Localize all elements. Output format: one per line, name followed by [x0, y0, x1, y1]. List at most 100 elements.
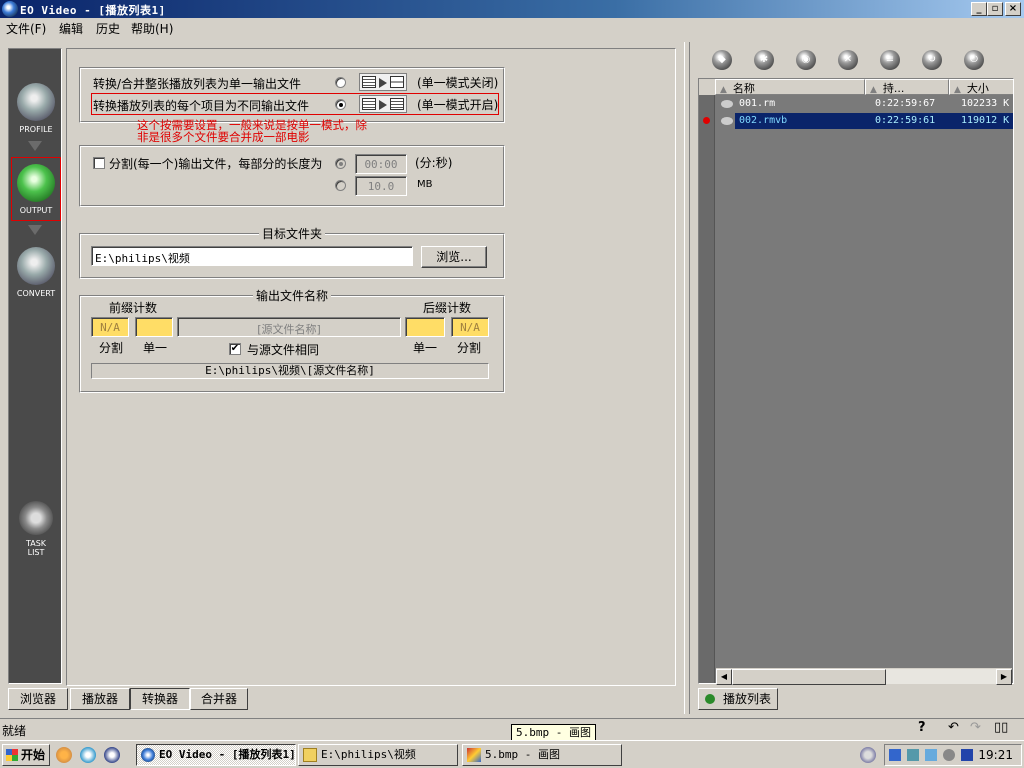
prefix-single-label: 单一	[143, 341, 168, 355]
firefox-icon[interactable]	[56, 747, 72, 763]
split-checkbox[interactable]	[93, 157, 105, 169]
title-bar[interactable]: EO Video - [播放列表1] _ ▫ ×	[0, 0, 1024, 18]
prefix-split-field[interactable]: N/A	[91, 317, 129, 337]
tab-converter[interactable]: 转换器	[130, 688, 190, 710]
target-folder-input[interactable]: E:\philips\视频	[91, 246, 413, 266]
book-icon[interactable]: ▯▯	[994, 720, 1008, 735]
taskbar-item-eo-video[interactable]: EO Video - [播放列表1]	[136, 744, 296, 766]
row-name: 002.rmvb	[739, 115, 788, 126]
tools-icon[interactable]: ✕	[838, 50, 858, 70]
playlist-hscrollbar[interactable]: ◀ ▶	[716, 668, 1012, 685]
taskbar-item-label: 5.bmp - 画图	[485, 748, 560, 761]
tab-playlist[interactable]: 播放列表	[698, 688, 778, 710]
same-as-source-label: 与源文件相同	[247, 343, 320, 357]
split-time-field[interactable]: 00:00	[355, 154, 407, 174]
column-size[interactable]: ▲ 大小	[949, 79, 1013, 95]
taskbar-item-paint[interactable]: 5.bmp - 画图	[462, 744, 622, 766]
nav-task-list-label: TASK LIST	[25, 539, 47, 557]
annotation-note: 这个按需要设置，一般来说是按单一模式，除 非是很多个文件要合并成一部电影	[137, 119, 367, 143]
media-player-icon[interactable]	[104, 747, 120, 763]
power-icon[interactable]: ⏻	[964, 50, 984, 70]
taskbar-item-folder[interactable]: E:\philips\视频	[298, 744, 458, 766]
start-label: 开始	[21, 748, 46, 762]
close-button[interactable]: ×	[1005, 2, 1021, 16]
nav-task-list[interactable]: TASK LIST	[11, 501, 61, 557]
suffix-split-label: 分割	[457, 341, 482, 355]
playlist-icon	[705, 694, 715, 704]
scroll-right-icon[interactable]: ▶	[996, 669, 1012, 685]
system-tray: 19:21	[884, 744, 1022, 766]
split-time-unit: (分:秒)	[415, 156, 453, 170]
panel-splitter[interactable]	[684, 42, 690, 714]
playlist-toolbar: ◆ ✱ ◉ ✕ ≡ ↻ ⏻	[698, 44, 1016, 76]
settings-icon[interactable]: ✱	[754, 50, 774, 70]
left-nav: PROFILE OUTPUT CONVERT TASK LIST	[8, 48, 62, 684]
app-icon[interactable]	[2, 1, 18, 17]
column-duration-label: 持...	[882, 82, 905, 95]
single-mode-on-text: (单一模式开启)	[417, 98, 499, 112]
column-duration[interactable]: ▲ 持...	[865, 79, 949, 95]
suffix-single-field[interactable]	[405, 317, 445, 337]
ie-icon[interactable]	[80, 747, 96, 763]
split-size-radio[interactable]	[335, 180, 346, 191]
nav-output[interactable]: OUTPUT	[11, 157, 61, 221]
playlist-header: ▲ 名称 ▲ 持... ▲ 大小	[699, 79, 1013, 95]
folder-icon	[303, 748, 317, 762]
tray-icon-4[interactable]	[943, 749, 955, 761]
network-icon[interactable]	[860, 747, 876, 763]
menu-history[interactable]: 历史	[96, 20, 120, 37]
maximize-button[interactable]: ▫	[987, 2, 1003, 16]
table-row[interactable]: 001.rm 0:22:59:67 102233 K	[699, 96, 1013, 112]
add-icon[interactable]: ◆	[712, 50, 732, 70]
start-button[interactable]: 开始	[2, 744, 50, 766]
tab-merger[interactable]: 合并器	[190, 688, 248, 710]
column-name-label: 名称	[732, 82, 755, 95]
menu-help[interactable]: 帮助(H)	[131, 20, 173, 37]
suffix-split-field[interactable]: N/A	[451, 317, 489, 337]
tab-browser[interactable]: 浏览器	[8, 688, 68, 710]
current-item-icon	[703, 117, 710, 124]
tab-player[interactable]: 播放器	[70, 688, 130, 710]
help-icon[interactable]: ?	[918, 720, 926, 735]
nav-profile[interactable]: PROFILE	[11, 83, 61, 134]
status-text: 就绪	[2, 724, 27, 738]
minimize-button[interactable]: _	[971, 2, 987, 16]
taskbar-item-label: EO Video - [播放列表1]	[159, 748, 296, 761]
tray-icon-1[interactable]	[889, 749, 901, 761]
menu-edit[interactable]: 编辑	[59, 20, 83, 37]
column-name[interactable]: ▲ 名称	[715, 79, 865, 95]
nav-arrow-icon	[28, 141, 42, 151]
single-output-label: 转换/合并整张播放列表为单一输出文件	[93, 77, 302, 91]
eye-icon[interactable]	[721, 100, 733, 108]
split-time-radio[interactable]	[335, 158, 346, 169]
split-size-field[interactable]: 10.0	[355, 176, 407, 196]
profile-icon	[17, 83, 55, 121]
preview-eye-icon[interactable]: ◉	[796, 50, 816, 70]
table-row[interactable]: 002.rmvb 0:22:59:61 119012 K	[699, 113, 1013, 129]
menu-bar: 文件(F) 编辑 历史 帮助(H)	[0, 18, 1024, 38]
prefix-single-field[interactable]	[135, 317, 173, 337]
playlist-table: ▲ 名称 ▲ 持... ▲ 大小 001.rm 0:22:59:67 102233 K…	[698, 78, 1014, 684]
undo-icon[interactable]: ↶	[948, 720, 959, 735]
split-label: 分割(每一个)输出文件，每部分的长度为	[109, 157, 323, 171]
browse-button[interactable]: 浏览...	[421, 246, 487, 268]
same-as-source-checkbox[interactable]: ✔	[229, 343, 241, 355]
scroll-thumb[interactable]	[732, 669, 886, 685]
scroll-left-icon[interactable]: ◀	[716, 669, 732, 685]
eye-icon[interactable]	[721, 117, 733, 125]
shield-icon[interactable]	[961, 749, 973, 761]
suffix-single-label: 单一	[413, 341, 438, 355]
tray-icon-3[interactable]	[925, 749, 937, 761]
convert-icon	[17, 247, 55, 285]
single-output-radio[interactable]	[335, 77, 346, 88]
tray-icon-2[interactable]	[907, 749, 919, 761]
source-name-field[interactable]: [源文件名称]	[177, 317, 401, 337]
nav-convert[interactable]: CONVERT	[11, 247, 61, 298]
list-icon[interactable]: ≡	[880, 50, 900, 70]
nav-output-label: OUTPUT	[19, 206, 53, 215]
menu-file[interactable]: 文件(F)	[6, 20, 46, 37]
redo-icon[interactable]: ↷	[970, 720, 981, 735]
target-folder-legend: 目标文件夹	[259, 225, 326, 242]
multi-output-radio[interactable]	[335, 99, 346, 110]
refresh-icon[interactable]: ↻	[922, 50, 942, 70]
